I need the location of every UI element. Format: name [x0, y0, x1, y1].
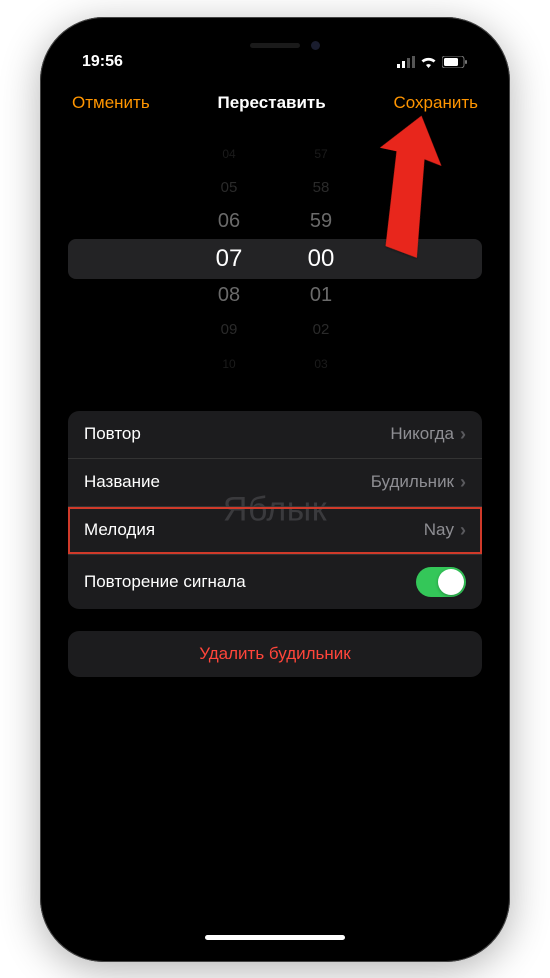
picker-minute: 58 [291, 179, 351, 196]
name-label: Название [84, 472, 160, 492]
delete-group: Удалить будильник [68, 631, 482, 677]
phone-frame: 19:56 Отменить Переставить Сохранить 04 5… [40, 17, 510, 962]
snooze-row: Повторение сигнала [68, 555, 482, 609]
status-indicators [397, 56, 468, 68]
wifi-icon [420, 56, 437, 68]
picker-hour: 05 [199, 179, 259, 196]
front-camera [311, 41, 320, 50]
name-value: Будильник [371, 472, 454, 492]
sound-value: Nay [424, 520, 454, 540]
nav-title: Переставить [150, 93, 394, 113]
picker-hour: 04 [199, 147, 259, 161]
repeat-row[interactable]: Повтор Никогда › [68, 411, 482, 459]
notch [175, 31, 375, 61]
picker-hour: 06 [199, 210, 259, 233]
picker-minute: 57 [291, 147, 351, 161]
settings-group: Яблык Повтор Никогда › Название Будильни… [68, 411, 482, 609]
picker-minute: 03 [291, 357, 351, 371]
chevron-right-icon: › [460, 424, 466, 445]
picker-minute: 01 [291, 284, 351, 307]
snooze-label: Повторение сигнала [84, 572, 246, 592]
status-time: 19:56 [82, 53, 123, 71]
picker-hour: 08 [199, 284, 259, 307]
repeat-label: Повтор [84, 424, 141, 444]
toggle-knob [438, 569, 464, 595]
chevron-right-icon: › [460, 472, 466, 493]
name-row[interactable]: Название Будильник › [68, 459, 482, 507]
picker-minute-selected: 00 [291, 245, 351, 273]
nav-bar: Отменить Переставить Сохранить [54, 79, 496, 127]
picker-minute: 02 [291, 321, 351, 338]
picker-minute: 59 [291, 210, 351, 233]
repeat-value: Никогда [390, 424, 454, 444]
speaker-grille [250, 43, 300, 48]
snooze-toggle[interactable] [416, 567, 466, 597]
cancel-button[interactable]: Отменить [72, 93, 150, 113]
time-picker[interactable]: 04 57 05 58 06 59 07 00 08 01 09 02 10 03 [54, 127, 496, 395]
picker-hour-selected: 07 [199, 245, 259, 273]
chevron-right-icon: › [460, 520, 466, 541]
delete-alarm-button[interactable]: Удалить будильник [68, 631, 482, 677]
sound-row[interactable]: Мелодия Nay › [68, 507, 482, 555]
save-button[interactable]: Сохранить [394, 93, 478, 113]
screen: 19:56 Отменить Переставить Сохранить 04 5… [54, 31, 496, 948]
picker-hour: 09 [199, 321, 259, 338]
battery-icon [442, 56, 468, 68]
picker-hour: 10 [199, 357, 259, 371]
signal-icon [397, 56, 415, 68]
sound-label: Мелодия [84, 520, 155, 540]
home-indicator[interactable] [205, 935, 345, 940]
